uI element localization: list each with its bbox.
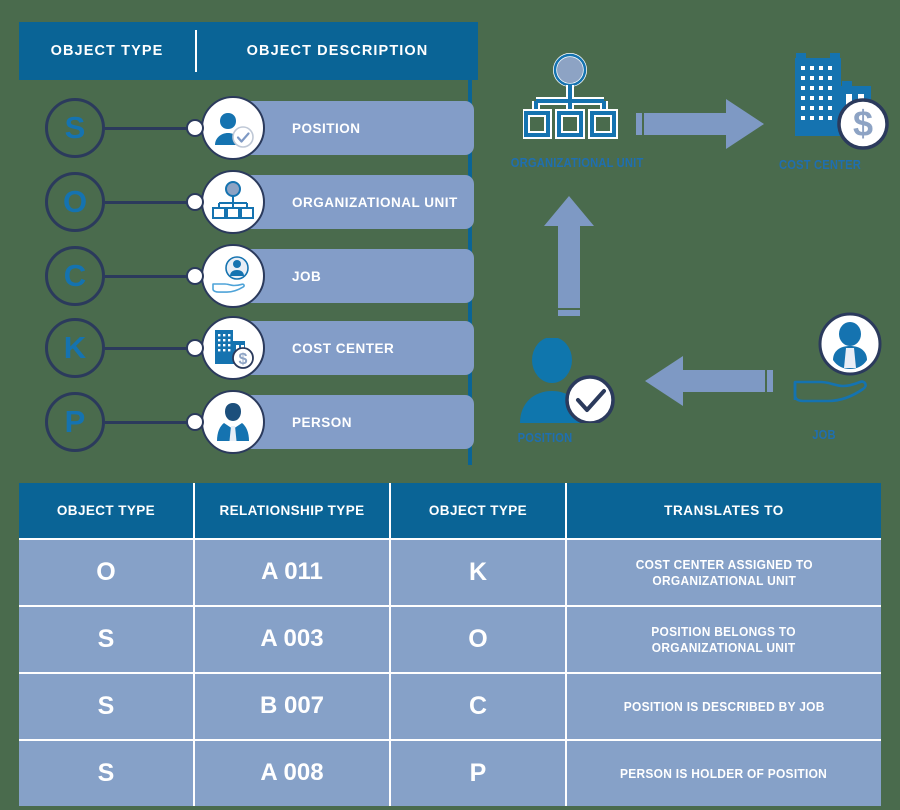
cell-object-type-1: O xyxy=(19,540,195,605)
object-type-code-c: C xyxy=(45,246,105,306)
arrow-org-unit-to-cost-center xyxy=(636,95,766,158)
table-header-object-type-1: OBJECT TYPE xyxy=(19,483,195,538)
translates-to-line-2: ORGANIZATIONAL UNIT xyxy=(652,639,796,655)
diagram-node-org-unit[interactable]: ORGANIZATIONAL UNIT xyxy=(511,52,643,170)
job-icon xyxy=(201,244,265,308)
legend-row-position[interactable]: S POSITION xyxy=(19,96,474,160)
object-type-code-o: O xyxy=(45,172,105,232)
legend-row-job[interactable]: C JOB xyxy=(19,244,474,308)
legend-header-object-type: OBJECT TYPE xyxy=(50,43,164,59)
diagram-label-job: JOB xyxy=(812,427,836,442)
cell-relationship-type: A 003 xyxy=(195,607,391,672)
table-row[interactable]: O A 011 K COST CENTER ASSIGNED TO ORGANI… xyxy=(19,538,881,605)
relationship-table: OBJECT TYPE RELATIONSHIP TYPE OBJECT TYP… xyxy=(19,483,881,806)
position-icon xyxy=(520,337,615,425)
legend-label-organizational-unit: ORGANIZATIONAL UNIT xyxy=(292,194,458,210)
svg-text:$: $ xyxy=(239,351,248,368)
cell-translates-to: POSITION BELONGS TO ORGANIZATIONAL UNIT xyxy=(567,607,881,672)
connector-knob xyxy=(186,413,204,431)
svg-text:$: $ xyxy=(853,103,873,144)
legend-label-person: PERSON xyxy=(292,414,353,430)
connector-knob xyxy=(186,339,204,357)
cell-translates-to: COST CENTER ASSIGNED TO ORGANIZATIONAL U… xyxy=(567,540,881,605)
translates-to-line-1: POSITION IS DESCRIBED BY JOB xyxy=(623,698,825,714)
cell-object-type-1: S xyxy=(19,741,195,806)
infographic-canvas: OBJECT TYPE OBJECT DESCRIPTION S POSITIO… xyxy=(0,0,900,810)
diagram-label-cost-center: COST CENTER xyxy=(778,157,862,172)
legend-header-object-description: OBJECT DESCRIPTION xyxy=(246,43,429,59)
cell-object-type-2: K xyxy=(391,540,567,605)
object-type-code-p: P xyxy=(45,392,105,452)
person-icon xyxy=(201,390,265,454)
table-header-object-type-2: OBJECT TYPE xyxy=(391,483,567,538)
table-header-row: OBJECT TYPE RELATIONSHIP TYPE OBJECT TYP… xyxy=(19,483,881,538)
translates-to-line-1: PERSON IS HOLDER OF POSITION xyxy=(620,765,828,781)
object-type-code-s: S xyxy=(45,98,105,158)
cost-center-icon: $ xyxy=(795,53,889,150)
cell-relationship-type: B 007 xyxy=(195,674,391,739)
diagram-label-position: POSITION xyxy=(517,430,573,445)
diagram-label-org-unit: ORGANIZATIONAL UNIT xyxy=(510,155,644,170)
table-row[interactable]: S A 008 P PERSON IS HOLDER OF POSITION xyxy=(19,739,881,806)
cell-translates-to: POSITION IS DESCRIBED BY JOB xyxy=(567,674,881,739)
cell-translates-to: PERSON IS HOLDER OF POSITION xyxy=(567,741,881,806)
translates-to-line-2: ORGANIZATIONAL UNIT xyxy=(652,572,796,588)
org-unit-icon xyxy=(522,53,618,139)
legend-header: OBJECT TYPE OBJECT DESCRIPTION xyxy=(19,22,478,80)
arrow-position-to-org-unit xyxy=(540,196,598,321)
cell-object-type-2: P xyxy=(391,741,567,806)
cell-relationship-type: A 008 xyxy=(195,741,391,806)
connector-knob xyxy=(186,119,204,137)
table-header-translates-to: TRANSLATES TO xyxy=(567,483,881,538)
position-icon xyxy=(201,96,265,160)
cost-center-icon: $ xyxy=(201,316,265,380)
translates-to-line-1: COST CENTER ASSIGNED TO xyxy=(635,557,813,573)
diagram-node-cost-center[interactable]: $ COST CENTER xyxy=(779,48,892,172)
legend-row-person[interactable]: P PERSON xyxy=(19,390,474,454)
translates-to-line-1: POSITION BELONGS TO xyxy=(651,624,797,640)
table-body: O A 011 K COST CENTER ASSIGNED TO ORGANI… xyxy=(19,538,881,806)
connector-knob xyxy=(186,193,204,211)
cell-object-type-2: O xyxy=(391,607,567,672)
arrow-job-to-position xyxy=(638,352,773,415)
legend-row-cost-center[interactable]: K COST CENTER $ xyxy=(19,316,474,380)
cell-relationship-type: A 011 xyxy=(195,540,391,605)
connector-knob xyxy=(186,267,204,285)
legend-label-position: POSITION xyxy=(292,120,361,136)
legend-row-organizational-unit[interactable]: O ORGANIZATIONAL UNIT xyxy=(19,170,474,234)
diagram-node-position[interactable]: POSITION xyxy=(512,337,622,445)
job-icon xyxy=(793,312,882,403)
table-row[interactable]: S A 003 O POSITION BELONGS TO ORGANIZATI… xyxy=(19,605,881,672)
table-header-relationship-type: RELATIONSHIP TYPE xyxy=(195,483,391,538)
legend-label-cost-center: COST CENTER xyxy=(292,340,395,356)
cell-object-type-2: C xyxy=(391,674,567,739)
cell-object-type-1: S xyxy=(19,607,195,672)
legend-label-job: JOB xyxy=(292,268,322,284)
object-type-code-k: K xyxy=(45,318,105,378)
org-unit-icon xyxy=(201,170,265,234)
cell-object-type-1: S xyxy=(19,674,195,739)
table-row[interactable]: S B 007 C POSITION IS DESCRIBED BY JOB xyxy=(19,672,881,739)
diagram-node-job[interactable]: JOB xyxy=(786,312,896,442)
